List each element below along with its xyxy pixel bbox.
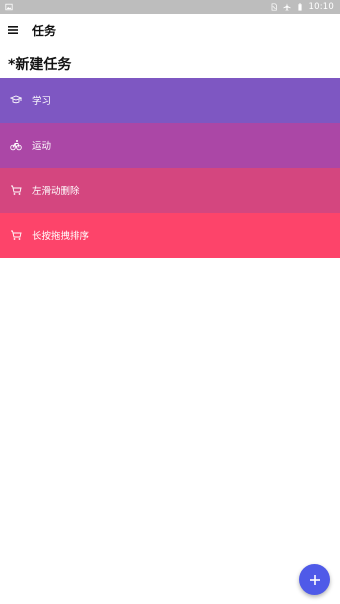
plus-icon <box>309 574 320 585</box>
status-bar: 10:10 <box>0 0 340 14</box>
task-list: 学习 运动 左滑动删除 长按拖拽排序 <box>0 78 340 258</box>
task-label: 左滑动删除 <box>32 186 80 197</box>
image-icon <box>5 3 13 11</box>
sim-icon <box>271 3 277 11</box>
task-label: 运动 <box>32 141 52 152</box>
graduation-cap-icon <box>10 94 22 106</box>
status-time: 10:10 <box>308 2 334 12</box>
app-title: 任务 <box>32 24 57 38</box>
bike-icon <box>10 139 22 151</box>
task-item-drag-sort[interactable]: 长按拖拽排序 <box>0 213 340 258</box>
app-bar: 任务 <box>0 14 340 48</box>
hamburger-menu-icon[interactable] <box>8 24 18 36</box>
cart-icon <box>10 229 22 241</box>
airplane-icon <box>282 3 291 11</box>
task-item-swipe-delete[interactable]: 左滑动删除 <box>0 168 340 213</box>
cart-icon <box>10 184 22 196</box>
battery-icon <box>297 3 302 11</box>
task-label: 学习 <box>32 96 52 107</box>
task-item-study[interactable]: 学习 <box>0 78 340 123</box>
add-task-button[interactable] <box>299 564 330 595</box>
new-task-heading[interactable]: *新建任务 <box>8 54 71 74</box>
task-label: 长按拖拽排序 <box>32 231 90 242</box>
task-item-exercise[interactable]: 运动 <box>0 123 340 168</box>
